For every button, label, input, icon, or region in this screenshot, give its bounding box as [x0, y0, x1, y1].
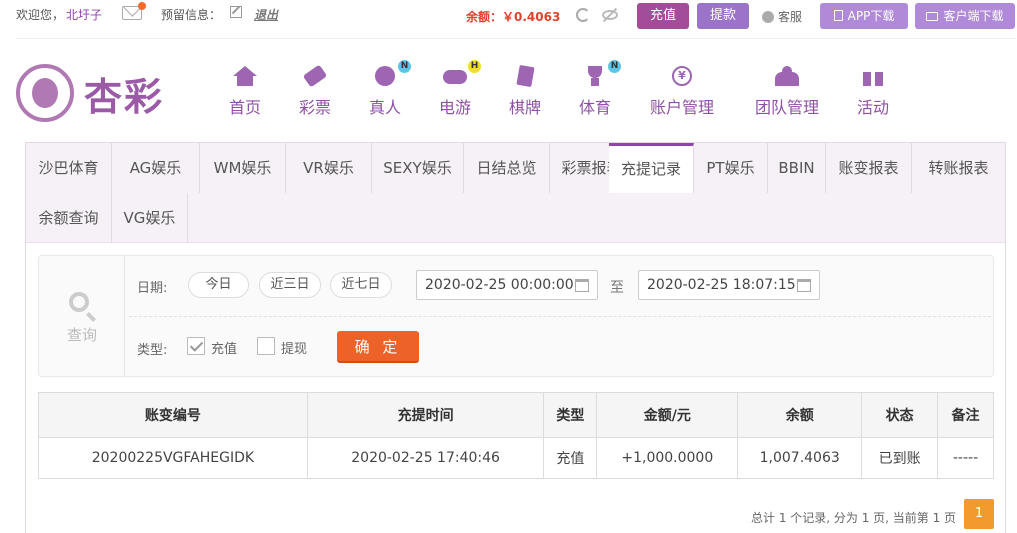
query-side: 查询: [39, 256, 125, 376]
page-button-current[interactable]: 1: [964, 499, 994, 529]
monitor-icon: [926, 12, 939, 21]
col-remark: 备注: [937, 392, 994, 438]
site-logo[interactable]: 杏彩: [16, 62, 176, 122]
end-date-input[interactable]: 2020-02-25 18:07:15: [638, 270, 820, 300]
withdraw-checkbox-label: 提现: [281, 342, 308, 357]
cell-serial: 20200225VGFAHEGIDK: [38, 437, 308, 479]
tab-deposit-withdraw-record[interactable]: 充提记录: [609, 143, 694, 193]
confirm-button[interactable]: 确 定: [337, 331, 419, 363]
nav-live[interactable]: N 真人: [350, 60, 420, 118]
last-three-days-button[interactable]: 近三日: [259, 272, 321, 298]
tab-sexy[interactable]: SEXY娱乐: [372, 143, 464, 193]
nav-account[interactable]: ¥ 账户管理: [641, 66, 723, 118]
withdraw-button[interactable]: 提款: [697, 3, 749, 29]
col-serial: 账变编号: [38, 392, 308, 438]
recharge-button[interactable]: 充值: [637, 3, 689, 29]
client-download-button[interactable]: 客户端下载: [915, 3, 1015, 29]
report-panel: 沙巴体育 AG娱乐 WM娱乐 VR娱乐 SEXY娱乐 日结总览 彩票报表 充提记…: [25, 142, 1006, 533]
nav-chess-cards[interactable]: 棋牌: [490, 64, 560, 118]
to-label: 至: [610, 280, 624, 296]
cell-type: 充值: [543, 437, 598, 479]
tab-pt[interactable]: PT娱乐: [694, 143, 768, 193]
service-icon: [762, 11, 774, 23]
yen-coin-icon: ¥: [670, 66, 694, 88]
balance-text: 余额：￥0.4063: [466, 10, 561, 24]
recharge-checkbox-label: 充值: [211, 342, 238, 357]
tab-vg[interactable]: VG娱乐: [112, 193, 188, 243]
lottery-ticket-icon: [302, 64, 328, 88]
new-badge: N: [398, 60, 411, 73]
refresh-icon[interactable]: [576, 8, 590, 22]
gamepad-icon: H: [443, 60, 481, 88]
table-row: 20200225VGFAHEGIDK 2020-02-25 17:40:46 充…: [38, 437, 994, 479]
type-label: 类型:: [137, 343, 168, 358]
query-side-label: 查询: [66, 326, 97, 344]
withdraw-checkbox[interactable]: [257, 337, 275, 355]
table-header-row: 账变编号 充提时间 类型 金额/元 余额 状态 备注: [38, 392, 994, 438]
gift-icon: [861, 66, 885, 88]
cell-status: 已到账: [861, 437, 939, 479]
tab-daily-overview[interactable]: 日结总览: [464, 143, 550, 193]
nav-egames[interactable]: H 电游: [420, 60, 490, 118]
edit-icon[interactable]: [230, 6, 242, 18]
unread-dot: [138, 2, 146, 10]
logo-text: 杏彩: [84, 74, 165, 119]
cell-time: 2020-02-25 17:40:46: [306, 437, 545, 479]
tab-transfer-report[interactable]: 转账报表: [912, 143, 1005, 193]
tab-vr[interactable]: VR娱乐: [286, 143, 372, 193]
home-icon: [233, 66, 257, 88]
top-bar: 欢迎您， 北圩子 预留信息： 退出 余额：￥0.4063 充值 提款 客服 APP…: [0, 0, 1017, 34]
top-divider: [16, 38, 1016, 39]
reserve-info-label: 预留信息：: [161, 8, 222, 22]
calendar-icon: [797, 279, 811, 292]
query-form: 查询 日期: 今日 近三日 近七日 2020-02-25 00:00:00 至 …: [38, 255, 994, 377]
welcome-text: 欢迎您， 北圩子: [16, 8, 103, 22]
username-link[interactable]: 北圩子: [66, 8, 102, 22]
live-dealer-icon: N: [373, 60, 411, 88]
pagination-summary: 总计 1 个记录, 分为 1 页, 当前第 1 页: [751, 511, 957, 525]
report-tabs: 沙巴体育 AG娱乐 WM娱乐 VR娱乐 SEXY娱乐 日结总览 彩票报表 充提记…: [26, 143, 1005, 243]
hide-balance-icon[interactable]: [602, 10, 618, 20]
tab-account-change-report[interactable]: 账变报表: [826, 143, 912, 193]
phone-icon: [833, 10, 843, 21]
nav-sports[interactable]: N 体育: [560, 60, 630, 118]
col-type: 类型: [543, 392, 598, 438]
col-status: 状态: [861, 392, 939, 438]
recharge-checkbox[interactable]: [187, 337, 205, 355]
nav-activity[interactable]: 活动: [838, 66, 908, 118]
trophy-icon: N: [583, 60, 621, 88]
team-icon: [775, 66, 799, 88]
col-amount: 金额/元: [596, 392, 739, 438]
logo-emblem-icon: [16, 64, 74, 122]
nav-lottery[interactable]: 彩票: [280, 64, 350, 118]
tab-wm[interactable]: WM娱乐: [200, 143, 286, 193]
logout-link[interactable]: 退出: [254, 6, 278, 23]
date-label: 日期:: [137, 281, 168, 296]
start-date-input[interactable]: 2020-02-25 00:00:00: [416, 270, 598, 300]
cell-amount: +1,000.0000: [596, 437, 739, 479]
app-download-button[interactable]: APP下载: [820, 3, 908, 29]
records-table: 账变编号 充提时间 类型 金额/元 余额 状态 备注 20200225VGFAH…: [38, 392, 994, 479]
cards-icon: [513, 64, 537, 88]
tab-balance-query[interactable]: 余额查询: [26, 193, 112, 243]
search-icon: [69, 292, 89, 312]
customer-service-link[interactable]: 客服: [762, 8, 802, 25]
mail-icon[interactable]: [122, 2, 146, 20]
tab-bbin[interactable]: BBIN: [768, 143, 826, 193]
nav-team[interactable]: 团队管理: [746, 66, 828, 118]
last-seven-days-button[interactable]: 近七日: [330, 272, 392, 298]
tab-saba-sports[interactable]: 沙巴体育: [26, 143, 112, 193]
hot-badge: H: [468, 60, 481, 73]
nav-home[interactable]: 首页: [210, 66, 280, 118]
col-balance: 余额: [737, 392, 863, 438]
cell-remark: -----: [937, 437, 994, 479]
today-button[interactable]: 今日: [188, 272, 249, 298]
new-badge: N: [608, 60, 621, 73]
tab-ag[interactable]: AG娱乐: [112, 143, 200, 193]
calendar-icon: [575, 279, 589, 292]
cell-balance: 1,007.4063: [737, 437, 863, 479]
col-time: 充提时间: [306, 392, 545, 438]
form-divider: [129, 316, 991, 317]
